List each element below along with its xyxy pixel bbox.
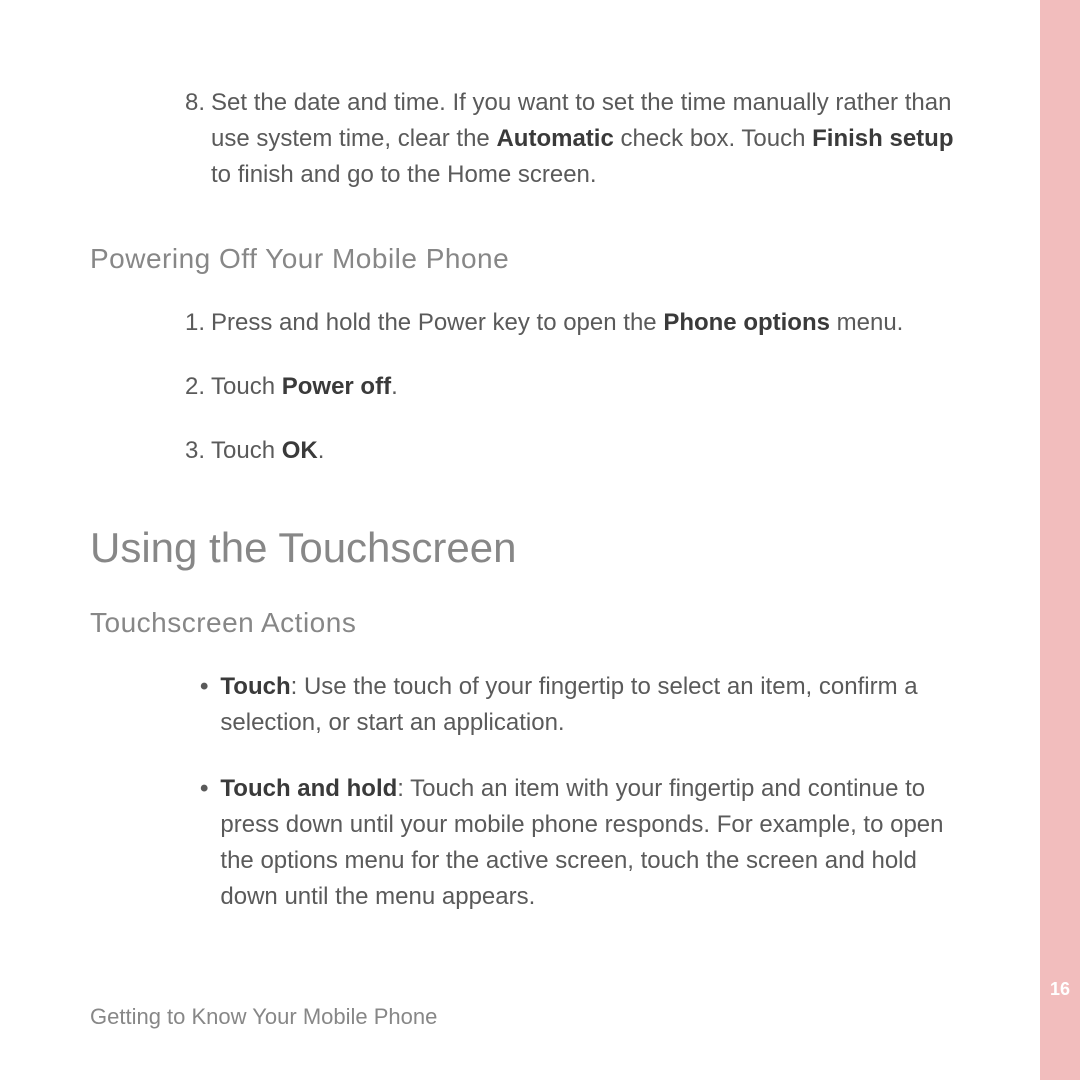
page-content: 8. Set the date and time. If you want to… bbox=[0, 0, 1040, 915]
touchscreen-bullets: • Touch: Use the touch of your fingertip… bbox=[200, 669, 980, 915]
footer-text: Getting to Know Your Mobile Phone bbox=[90, 1004, 437, 1030]
bullet-icon: • bbox=[200, 669, 208, 741]
touchscreen-actions-heading: Touchscreen Actions bbox=[90, 607, 980, 639]
powering-off-heading: Powering Off Your Mobile Phone bbox=[90, 243, 980, 275]
step-8-number: 8. bbox=[185, 85, 205, 193]
step-8-body: Set the date and time. If you want to se… bbox=[211, 85, 980, 193]
list-item: 3. Touch OK. bbox=[185, 433, 980, 469]
step-8: 8. Set the date and time. If you want to… bbox=[185, 85, 980, 193]
list-item: 1. Press and hold the Power key to open … bbox=[185, 305, 980, 341]
touchscreen-heading: Using the Touchscreen bbox=[90, 524, 980, 572]
page-number: 16 bbox=[1040, 979, 1080, 1000]
list-item: 2. Touch Power off. bbox=[185, 369, 980, 405]
powering-off-list: 1. Press and hold the Power key to open … bbox=[185, 305, 980, 469]
sidebar-stripe bbox=[1040, 0, 1080, 1080]
list-item: • Touch: Use the touch of your fingertip… bbox=[200, 669, 980, 741]
bullet-icon: • bbox=[200, 771, 208, 915]
list-item: • Touch and hold: Touch an item with you… bbox=[200, 771, 980, 915]
